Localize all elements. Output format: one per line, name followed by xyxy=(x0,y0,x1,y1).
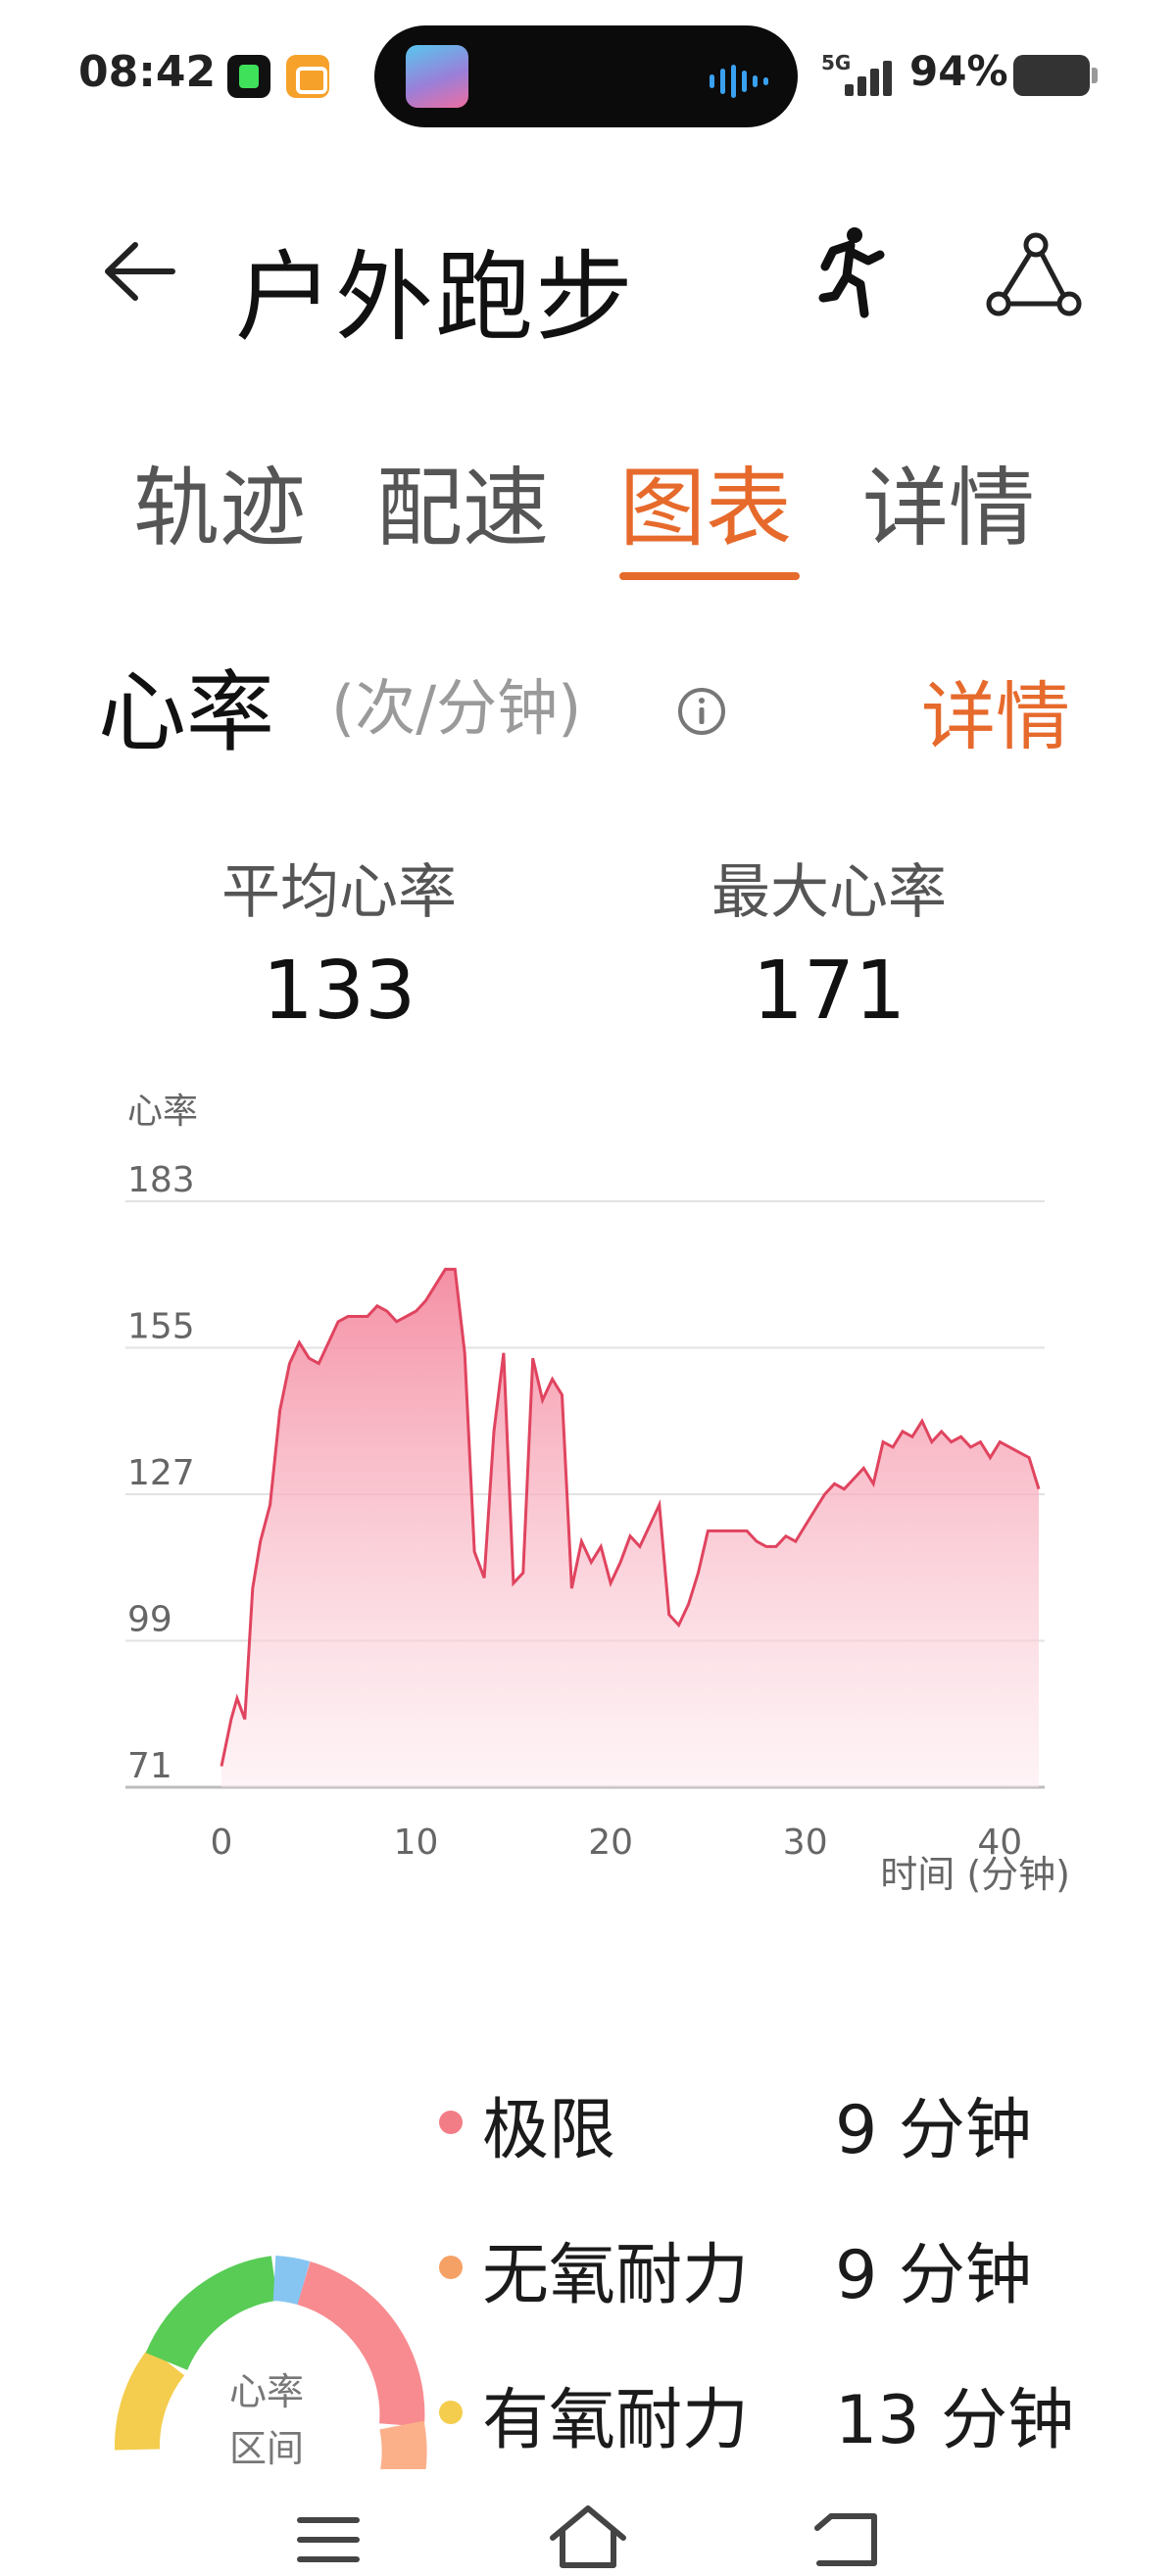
share-route-icon[interactable] xyxy=(985,231,1083,319)
donut-center-label: 心率 xyxy=(228,2370,304,2413)
x-tick-label: 30 xyxy=(783,1823,828,1863)
media-thumbnail xyxy=(406,45,468,108)
dynamic-island[interactable] xyxy=(374,25,798,127)
back-icon[interactable] xyxy=(809,2508,882,2569)
runner-icon[interactable] xyxy=(811,225,888,323)
menu-icon[interactable] xyxy=(294,2514,363,2565)
x-tick-label: 20 xyxy=(588,1823,633,1863)
y-axis-label: 心率 xyxy=(127,1092,198,1132)
status-time: 08:42 xyxy=(78,47,217,97)
tab-track[interactable]: 轨迹 xyxy=(133,439,306,563)
y-tick-label: 155 xyxy=(127,1307,195,1347)
x-tick-label: 10 xyxy=(394,1823,439,1863)
audio-wave-icon xyxy=(710,65,768,98)
battery-icon xyxy=(1013,55,1098,96)
active-tab-indicator xyxy=(619,572,800,580)
battery-percent: 94% xyxy=(909,47,1008,95)
info-icon[interactable] xyxy=(676,686,727,737)
app-notification-icon xyxy=(286,55,329,98)
back-arrow-icon[interactable] xyxy=(96,227,184,316)
zone-color-dot xyxy=(439,2111,463,2134)
status-bar: 08:42 5G 94% xyxy=(0,0,1176,147)
avg-heart-rate-value: 133 xyxy=(262,945,416,1038)
heart-rate-detail-link[interactable]: 详情 xyxy=(921,656,1070,764)
signal-icon xyxy=(841,57,896,96)
donut-center-label: 区间 xyxy=(228,2427,304,2470)
y-tick-label: 183 xyxy=(127,1160,195,1200)
x-axis-label: 时间 (分钟) xyxy=(880,1853,1070,1896)
zone-name: 极限 xyxy=(482,2092,616,2169)
avg-heart-rate-label: 平均心率 xyxy=(221,858,457,927)
tab-pace[interactable]: 配速 xyxy=(376,439,549,563)
zone-time: 9 分钟 xyxy=(835,2092,1032,2169)
zone-time: 13 分钟 xyxy=(835,2382,1075,2459)
max-heart-rate-label: 最大心率 xyxy=(711,858,947,927)
tab-details[interactable]: 详情 xyxy=(862,439,1035,563)
section-title: 心率 xyxy=(98,661,274,764)
y-tick-label: 127 xyxy=(127,1453,195,1493)
y-tick-label: 99 xyxy=(127,1600,172,1640)
zone-color-dot xyxy=(439,2401,463,2424)
x-tick-label: 0 xyxy=(211,1823,233,1863)
heart-rate-chart-svg: 1831551279971 0 10 20 30 40 心率 时间 (分钟) xyxy=(125,1092,1070,1896)
tab-chart[interactable]: 图表 xyxy=(619,439,792,563)
system-nav-bar xyxy=(0,2469,1176,2576)
zone-name: 有氧耐力 xyxy=(482,2382,750,2459)
section-unit: (次/分钟) xyxy=(331,672,582,744)
zone-time: 9 分钟 xyxy=(835,2237,1032,2314)
zone-color-dot xyxy=(439,2256,463,2279)
y-tick-label: 71 xyxy=(127,1746,172,1786)
page-title: 户外跑步 xyxy=(235,240,635,355)
app-notification-icon xyxy=(227,55,270,98)
tab-bar: 轨迹 配速 图表 详情 xyxy=(0,439,1176,596)
heart-rate-chart[interactable]: 183 155 127 99 71 0 10 20 30 40 心率 时间 (分钟) xyxy=(0,1078,1176,1920)
home-icon[interactable] xyxy=(547,2503,629,2571)
zone-name: 无氧耐力 xyxy=(482,2237,750,2314)
max-heart-rate-value: 171 xyxy=(752,945,906,1038)
